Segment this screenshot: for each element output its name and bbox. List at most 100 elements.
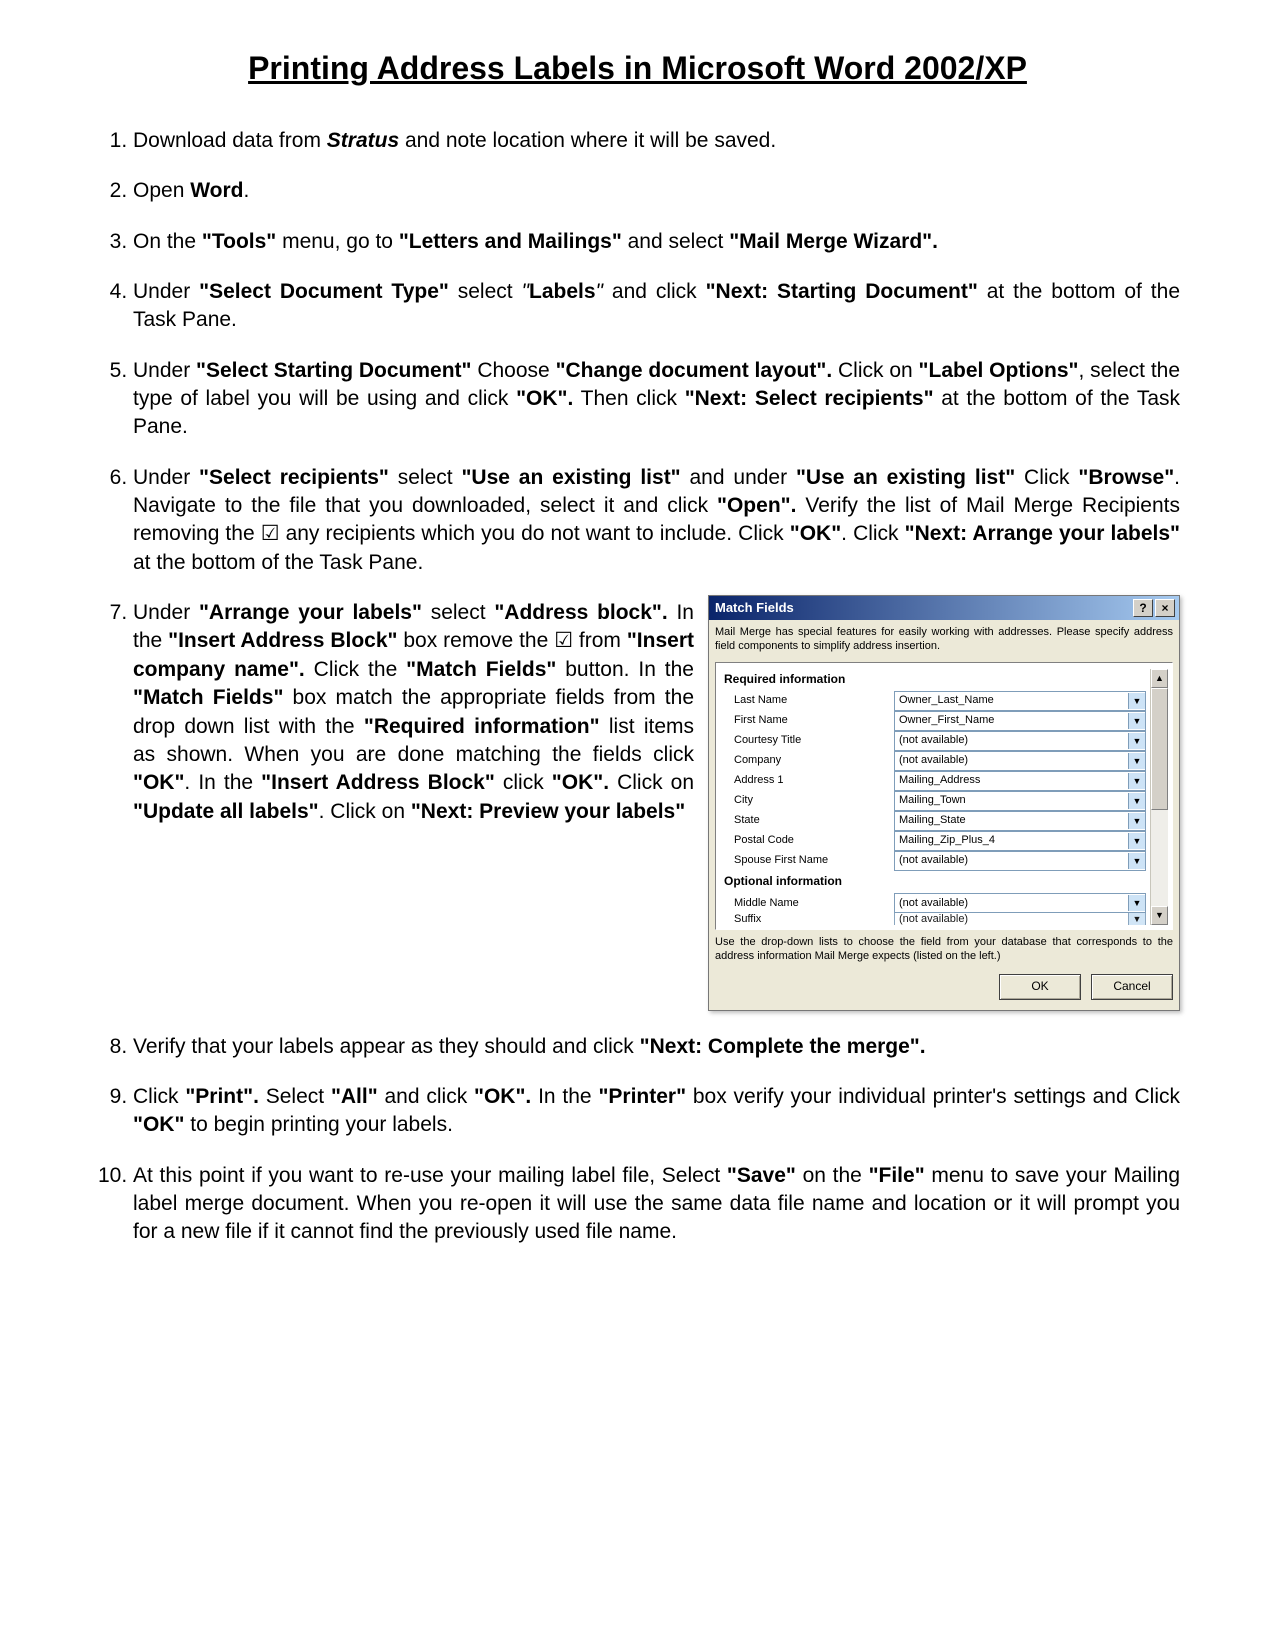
text-bold: "Select Starting Document" [196, 359, 471, 382]
text-bold-italic: Stratus [327, 129, 399, 152]
field-select[interactable]: (not available)▼ [894, 751, 1146, 771]
field-select[interactable]: (not available)▼ [894, 893, 1146, 913]
text: select [389, 466, 462, 489]
text-bold: "Next: Starting Document" [706, 280, 978, 303]
select-value: Owner_First_Name [895, 713, 1128, 728]
text: Open [133, 179, 190, 202]
select-value: Mailing_Town [895, 793, 1128, 808]
chevron-down-icon: ▼ [1128, 713, 1145, 729]
text-bold: "Mail Merge Wizard". [729, 230, 938, 253]
text: Under [133, 601, 199, 624]
field-row: Courtesy Title (not available)▼ [724, 731, 1150, 751]
text-bold: "Next: Complete the merge". [640, 1035, 926, 1058]
close-button[interactable]: × [1155, 599, 1175, 617]
scrollbar[interactable]: ▲ ▼ [1150, 669, 1168, 925]
field-row: Address 1 Mailing_Address▼ [724, 771, 1150, 791]
field-row: City Mailing_Town▼ [724, 791, 1150, 811]
text-bold: "Next: Select recipients" [685, 387, 934, 410]
text-bold: "Print". [185, 1085, 259, 1108]
fields-list-frame: Required information Last Name Owner_Las… [715, 662, 1173, 930]
step-1: Download data from Stratus and note loca… [133, 127, 1180, 155]
text-bold: "OK". [516, 387, 573, 410]
field-row: First Name Owner_First_Name▼ [724, 711, 1150, 731]
text-bold: "Next: Preview your labels" [411, 800, 685, 823]
text-bold: "Use an existing list" [461, 466, 680, 489]
text: . [244, 179, 250, 202]
text: . In the [184, 771, 261, 794]
text: on the [796, 1164, 869, 1187]
text: Verify that your labels appear as they s… [133, 1035, 640, 1058]
field-label: Company [724, 753, 894, 768]
text: On the [133, 230, 202, 253]
text: and under [681, 466, 796, 489]
page-title: Printing Address Labels in Microsoft Wor… [95, 50, 1180, 87]
text-bold: "OK" [790, 522, 841, 545]
text-bold: "Use an existing list" [796, 466, 1015, 489]
field-select[interactable]: Mailing_Zip_Plus_4▼ [894, 831, 1146, 851]
checkbox-icon: ☑ [261, 522, 280, 545]
text-bold: "All" [331, 1085, 378, 1108]
select-value: Mailing_Zip_Plus_4 [895, 833, 1128, 848]
chevron-down-icon: ▼ [1128, 853, 1145, 869]
field-row: State Mailing_State▼ [724, 811, 1150, 831]
step-10: At this point if you want to re-use your… [133, 1162, 1180, 1247]
dialog-title: Match Fields [715, 599, 1133, 617]
chevron-down-icon: ▼ [1128, 813, 1145, 829]
text-bold: "Printer" [598, 1085, 686, 1108]
text: Under [133, 466, 199, 489]
dialog-titlebar[interactable]: Match Fields ? × [709, 596, 1179, 620]
field-select[interactable]: Mailing_State▼ [894, 811, 1146, 831]
field-label: Middle Name [724, 896, 894, 911]
document-page: Printing Address Labels in Microsoft Wor… [0, 0, 1275, 1651]
step-3: On the "Tools" menu, go to "Letters and … [133, 228, 1180, 256]
dialog-instructions: Mail Merge has special features for easi… [715, 626, 1173, 654]
field-label: Address 1 [724, 773, 894, 788]
chevron-down-icon: ▼ [1128, 693, 1145, 709]
chevron-down-icon: ▼ [1128, 895, 1145, 911]
scroll-up-icon[interactable]: ▲ [1151, 669, 1168, 688]
field-select[interactable]: (not available)▼ [894, 913, 1146, 925]
field-select[interactable]: Mailing_Address▼ [894, 771, 1146, 791]
field-select[interactable]: Mailing_Town▼ [894, 791, 1146, 811]
field-select[interactable]: (not available)▼ [894, 851, 1146, 871]
field-label: Suffix [724, 913, 894, 925]
text-bold: "Select recipients" [199, 466, 389, 489]
text: . Click on [319, 800, 411, 823]
field-select[interactable]: Owner_Last_Name▼ [894, 691, 1146, 711]
scroll-track[interactable] [1151, 688, 1168, 906]
field-row: Company (not available)▼ [724, 751, 1150, 771]
step-6: Under "Select recipients" select "Use an… [133, 464, 1180, 577]
field-row: Last Name Owner_Last_Name▼ [724, 691, 1150, 711]
match-fields-dialog: Match Fields ? × Mail Merge has special … [708, 595, 1180, 1010]
field-row: Middle Name (not available)▼ [724, 893, 1150, 913]
text: Click on [609, 771, 694, 794]
text-bold: "Change document layout". [556, 359, 833, 382]
scroll-thumb[interactable] [1151, 688, 1168, 810]
text-bold: "File" [869, 1164, 925, 1187]
field-select[interactable]: (not available)▼ [894, 731, 1146, 751]
step-9: Click "Print". Select "All" and click "O… [133, 1083, 1180, 1140]
checkbox-icon: ☑ [554, 629, 573, 652]
ok-button[interactable]: OK [999, 974, 1081, 1000]
text: and note location where it will be saved… [399, 129, 776, 152]
field-row: Spouse First Name (not available)▼ [724, 851, 1150, 871]
text: to begin printing your labels. [184, 1113, 453, 1136]
text: and click [378, 1085, 474, 1108]
select-value: (not available) [895, 733, 1128, 748]
text-bold: "Label Options" [919, 359, 1079, 382]
field-select[interactable]: Owner_First_Name▼ [894, 711, 1146, 731]
chevron-down-icon: ▼ [1128, 913, 1145, 925]
text-bold: "Address block". [494, 601, 667, 624]
step-2: Open Word. [133, 177, 1180, 205]
text-bold: Word [190, 179, 243, 202]
cancel-button[interactable]: Cancel [1091, 974, 1173, 1000]
field-label: State [724, 813, 894, 828]
help-button[interactable]: ? [1133, 599, 1153, 617]
text-bold: "Insert Address Block" [261, 771, 495, 794]
required-header: Required information [724, 671, 1150, 687]
select-value: (not available) [895, 913, 1128, 925]
field-label: Postal Code [724, 833, 894, 848]
dialog-footnote: Use the drop-down lists to choose the fi… [715, 936, 1173, 964]
scroll-down-icon[interactable]: ▼ [1151, 906, 1168, 925]
chevron-down-icon: ▼ [1128, 753, 1145, 769]
